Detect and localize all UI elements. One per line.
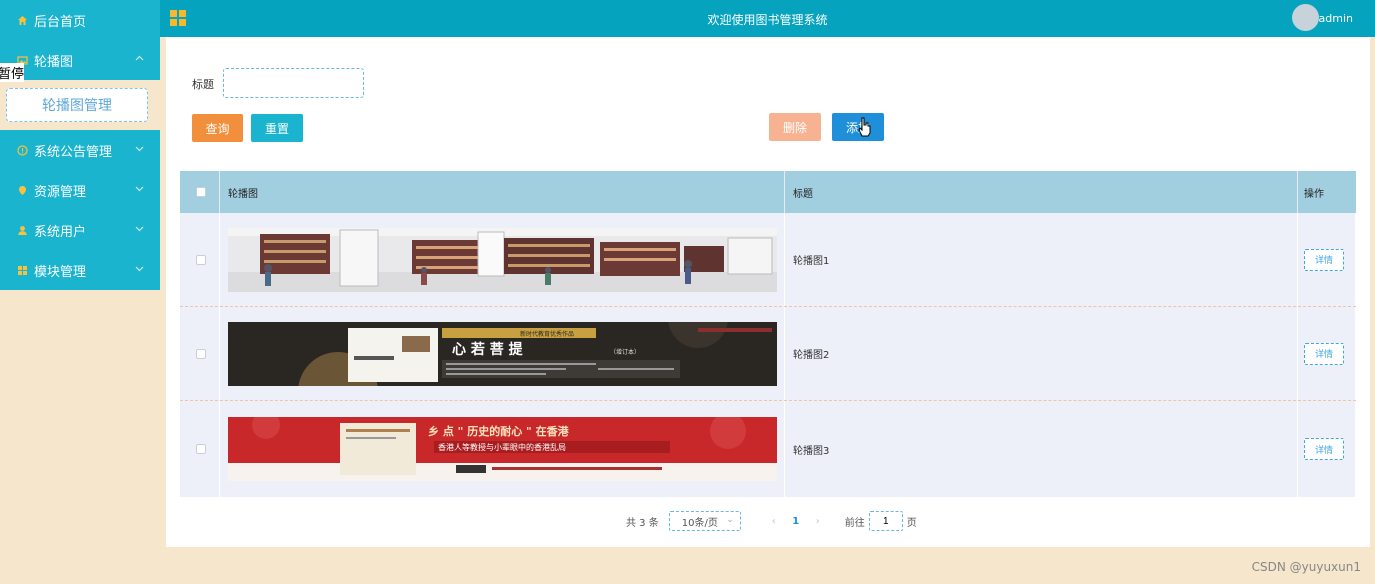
row-actions-cell: 详情 (1298, 401, 1356, 497)
chevron-down-icon (135, 184, 144, 193)
sidebar-item-label: 后台首页 (34, 14, 87, 30)
row-actions-cell: 详情 (1298, 307, 1356, 400)
main-panel: 标题 查询 重置 删除 添加 轮播图 标题 操作 轮播图1 详情 肖燕拉 新时代… (166, 37, 1370, 547)
pin-icon (16, 184, 28, 196)
chevron-down-icon (135, 264, 144, 273)
column-header-image[interactable]: 轮播图 (220, 171, 785, 213)
row-select-cell (180, 213, 220, 306)
search-title-label: 标题 (192, 78, 214, 91)
sidebar-subitem-carousel-manage[interactable]: 轮播图管理 (6, 88, 148, 122)
row-actions-cell: 详情 (1298, 213, 1356, 306)
goto-suffix-label: 页 (906, 517, 917, 529)
sidebar: 后台首页 轮播图 轮播图管理 系统公告管理 资源管理 系统用户 模块管理 暂停 (0, 0, 160, 584)
carousel-image-hongkong: 乡 点 " 历史的耐心 " 在香港 香港人等教授与小辈眼中的香港乱局 (228, 417, 777, 481)
row-checkbox[interactable] (195, 254, 206, 265)
page-size-value: 10条/页 (681, 517, 718, 529)
row-image-cell: 肖燕拉 新时代教育优秀作品 心 若 菩 提 （增订本） (220, 307, 785, 400)
sidebar-item-label: 轮播图 (34, 54, 74, 70)
detail-button[interactable]: 详情 (1304, 248, 1344, 271)
page-title: 欢迎使用图书管理系统 (707, 13, 828, 27)
next-page-button[interactable]: › (811, 516, 825, 527)
goto-page-input[interactable] (868, 511, 903, 531)
row-select-cell (180, 401, 220, 497)
row-image-cell (220, 213, 785, 306)
select-all-cell (180, 171, 220, 213)
chevron-down-icon: ⌄ (726, 515, 734, 525)
chevron-down-icon (135, 224, 144, 233)
search-title-input[interactable] (223, 68, 364, 98)
sidebar-item-resources[interactable]: 资源管理 (0, 170, 160, 210)
row-checkbox[interactable] (195, 444, 206, 454)
banner-subheading-text: 香港人等教授与小辈眼中的香港乱局 (438, 442, 566, 452)
watermark: CSDN @yuyuxun1 (1251, 560, 1361, 574)
table-row: 乡 点 " 历史的耐心 " 在香港 香港人等教授与小辈眼中的香港乱局 轮播图3 … (180, 401, 1356, 497)
sidebar-item-label: 模块管理 (34, 264, 87, 280)
sidebar-submenu: 轮播图管理 (0, 80, 160, 130)
info-icon (16, 144, 28, 156)
sidebar-item-modules[interactable]: 模块管理 (0, 250, 160, 290)
row-title-cell: 轮播图2 (785, 307, 1298, 400)
sidebar-item-notice[interactable]: 系统公告管理 (0, 130, 160, 170)
user-icon (16, 224, 28, 236)
carousel-table: 轮播图 标题 操作 轮播图1 详情 肖燕拉 新时代教育优秀作品 心 若 菩 提 … (180, 171, 1356, 497)
top-bar: 欢迎使用图书管理系统 admin (160, 0, 1375, 37)
query-button[interactable]: 查询 (192, 114, 243, 142)
username[interactable]: admin (1319, 12, 1353, 25)
table-row: 轮播图1 详情 (180, 213, 1356, 307)
row-select-cell (180, 307, 220, 400)
banner-heading-text: 乡 点 " 历史的耐心 " 在香港 (428, 424, 570, 438)
carousel-image-library (228, 227, 777, 292)
row-image-cell: 乡 点 " 历史的耐心 " 在香港 香港人等教授与小辈眼中的香港乱局 (220, 401, 785, 497)
avatar[interactable] (1292, 4, 1319, 31)
sidebar-item-home[interactable]: 后台首页 (0, 0, 160, 40)
goto-prefix-label: 前往 (844, 517, 865, 529)
delete-button[interactable]: 删除 (769, 113, 821, 141)
banner-edition-text: （增订本） (610, 348, 640, 356)
sidebar-item-label: 系统用户 (34, 224, 87, 240)
carousel-image-book-xinruoputi: 肖燕拉 新时代教育优秀作品 心 若 菩 提 （增订本） (228, 321, 777, 386)
chevron-up-icon (135, 54, 144, 63)
select-all-checkbox[interactable] (195, 187, 206, 197)
pagination-total: 共 3 条 (626, 517, 659, 529)
banner-author-text: 肖燕拉 (454, 329, 475, 338)
home-icon (16, 14, 28, 26)
column-header-title[interactable]: 标题 (785, 171, 1298, 213)
sidebar-item-users[interactable]: 系统用户 (0, 210, 160, 250)
grid-icon (16, 264, 28, 276)
pause-overlay-label: 暂停 (0, 63, 25, 82)
column-header-actions: 操作 (1304, 188, 1324, 200)
row-title-cell: 轮播图3 (785, 401, 1298, 497)
page-size-select[interactable]: 10条/页 ⌄ (668, 511, 741, 531)
banner-heading-text: 心 若 菩 提 (452, 341, 524, 358)
page-number-current[interactable]: 1 (789, 516, 803, 527)
row-title-cell: 轮播图1 (785, 213, 1298, 306)
chevron-down-icon (135, 144, 144, 153)
table-row: 肖燕拉 新时代教育优秀作品 心 若 菩 提 （增订本） 轮播图2 详情 (180, 307, 1356, 401)
table-header: 轮播图 标题 操作 (180, 171, 1356, 213)
hand-cursor-icon (858, 117, 872, 140)
sidebar-item-label: 系统公告管理 (34, 144, 113, 160)
reset-button[interactable]: 重置 (251, 114, 303, 142)
banner-tag-text: 新时代教育优秀作品 (520, 330, 574, 338)
prev-page-button[interactable]: ‹ (767, 516, 781, 527)
detail-button[interactable]: 详情 (1304, 438, 1344, 460)
sidebar-item-label: 资源管理 (34, 184, 87, 200)
detail-button[interactable]: 详情 (1304, 342, 1344, 365)
row-checkbox[interactable] (195, 348, 206, 359)
pagination: 共 3 条 10条/页 ⌄ ‹ 1 › 前往 页 (626, 511, 917, 531)
